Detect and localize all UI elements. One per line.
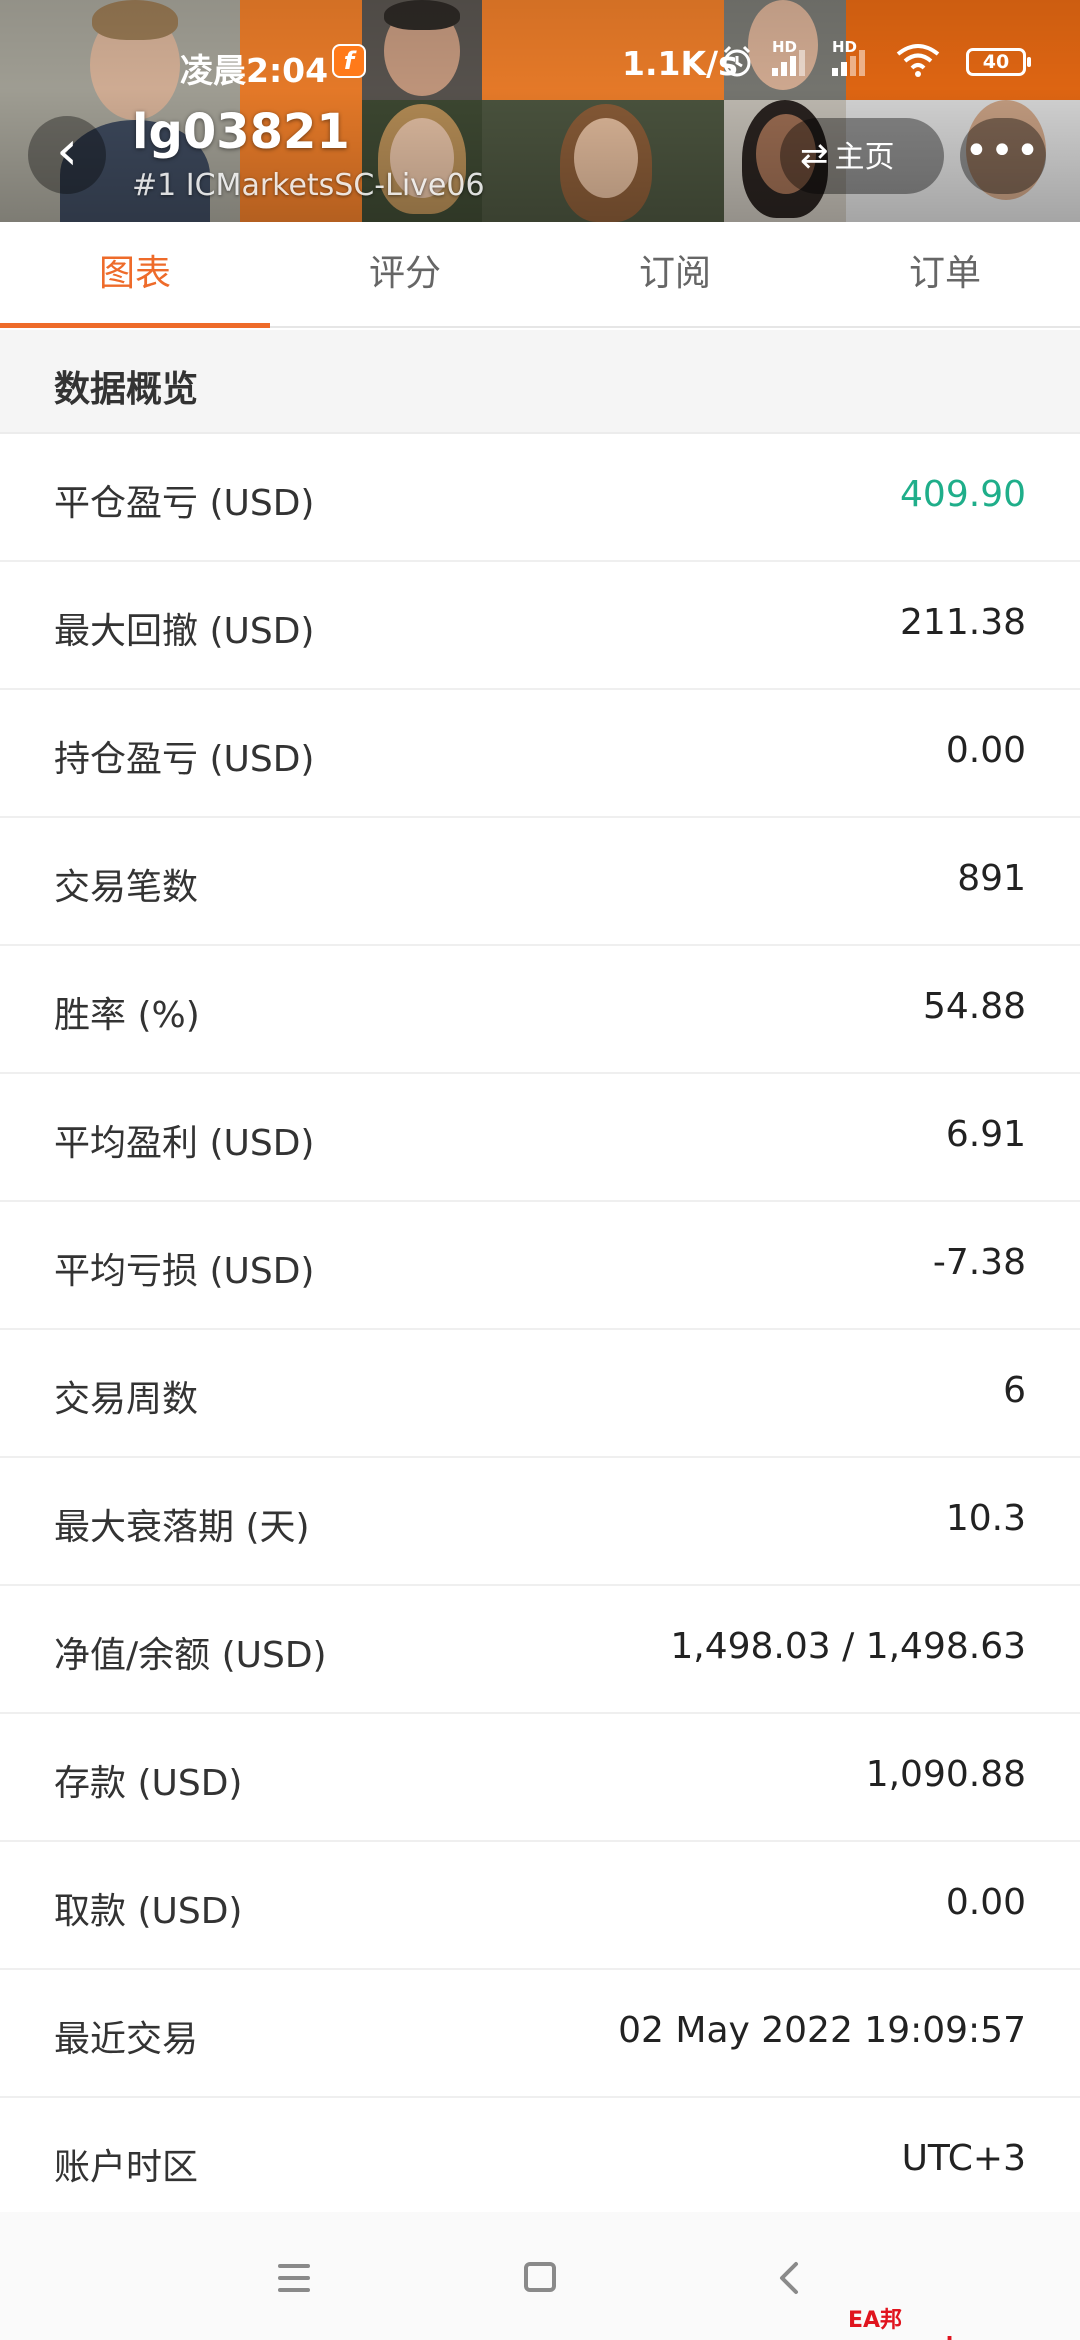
account-server: #1 ICMarketsSC-Live06 <box>132 168 485 203</box>
status-bar: 凌晨2:04 f 1.1K/s HD HD 40 <box>0 30 1080 94</box>
stat-value: UTC+3 <box>901 2138 1026 2179</box>
clock: 凌晨2:04 <box>180 51 329 90</box>
stat-label: 平均亏损 (USD) <box>54 1251 315 1292</box>
stat-row: 持仓盈亏 (USD) 0.00 <box>0 690 1080 818</box>
home-button[interactable]: ⇄ 主页 <box>780 118 944 194</box>
stat-value: 02 May 2022 19:09:57 <box>618 2010 1026 2051</box>
stat-label: 最大回撤 (USD) <box>54 611 315 652</box>
stat-label: 净值/余额 (USD) <box>54 1635 327 1676</box>
stat-label: 胜率 (%) <box>54 995 200 1036</box>
stat-value: 1,090.88 <box>865 1754 1026 1795</box>
stat-row: 交易笔数 891 <box>0 818 1080 946</box>
stat-value: 54.88 <box>922 986 1026 1027</box>
tab-subscribe[interactable]: 订阅 <box>540 222 810 326</box>
stat-label: 平仓盈亏 (USD) <box>54 483 315 524</box>
stat-value: 211.38 <box>900 602 1026 643</box>
account-name: lg03821 <box>132 104 350 160</box>
home-nav-button[interactable] <box>510 2248 570 2308</box>
stat-row: 平均盈利 (USD) 6.91 <box>0 1074 1080 1202</box>
stats-list: 平仓盈亏 (USD) 409.90 最大回撤 (USD) 211.38 持仓盈亏 (… <box>0 434 1080 2226</box>
stat-value: 409.90 <box>900 474 1026 515</box>
stat-row: 平仓盈亏 (USD) 409.90 <box>0 434 1080 562</box>
stat-value: 1,498.03 / 1,498.63 <box>670 1626 1026 1667</box>
section-title: 数据概览 <box>54 369 199 410</box>
recent-apps-button[interactable] <box>264 2248 324 2308</box>
home-button-label: 主页 <box>834 140 895 175</box>
stat-value: 0.00 <box>945 1882 1026 1923</box>
section-header: 数据概览 <box>0 330 1080 434</box>
stat-value: 6 <box>1003 1370 1026 1411</box>
wifi-icon <box>894 42 942 86</box>
stat-label: 最大衰落期 (天) <box>54 1507 310 1548</box>
stat-value: 10.3 <box>945 1498 1026 1539</box>
stat-label: 持仓盈亏 (USD) <box>54 739 315 780</box>
more-button[interactable]: ••• <box>960 118 1046 194</box>
stat-label: 最近交易 <box>54 2019 199 2060</box>
alarm-icon <box>720 44 754 86</box>
stat-row: 取款 (USD) 0.00 <box>0 1842 1080 1970</box>
stat-row: 最大回撤 (USD) 211.38 <box>0 562 1080 690</box>
back-nav-button[interactable] <box>760 2248 820 2308</box>
switch-icon: ⇄ <box>800 136 829 176</box>
stat-row: 最近交易 02 May 2022 19:09:57 <box>0 1970 1080 2098</box>
stat-row: 胜率 (%) 54.88 <box>0 946 1080 1074</box>
stat-value: -7.38 <box>932 1242 1026 1283</box>
stat-label: 存款 (USD) <box>54 1763 243 1804</box>
app-notification-icon: f <box>332 44 366 78</box>
stat-label: 平均盈利 (USD) <box>54 1123 315 1164</box>
back-button[interactable]: ‹ <box>28 116 106 194</box>
tab-orders[interactable]: 订单 <box>810 222 1080 326</box>
stat-row: 净值/余额 (USD) 1,498.03 / 1,498.63 <box>0 1586 1080 1714</box>
stat-row: 交易周数 6 <box>0 1330 1080 1458</box>
stat-label: 交易周数 <box>54 1379 199 1420</box>
stat-label: 交易笔数 <box>54 867 199 908</box>
watermark: EA邦www.eabang.com <box>848 2308 1067 2340</box>
chevron-left-icon <box>780 2262 798 2294</box>
signal-icon <box>772 46 812 76</box>
stat-label: 取款 (USD) <box>54 1891 243 1932</box>
stat-value: 0.00 <box>945 730 1026 771</box>
battery-icon: 40 <box>966 48 1031 76</box>
tab-bar: 图表 评分 订阅 订单 <box>0 222 1080 328</box>
account-header: 凌晨2:04 f 1.1K/s HD HD 40 ‹ lg03821 #1 IC… <box>0 0 1080 222</box>
stat-value: 891 <box>957 858 1026 899</box>
signal-icon <box>832 46 872 76</box>
stat-row: 平均亏损 (USD) -7.38 <box>0 1202 1080 1330</box>
stat-value: 6.91 <box>945 1114 1026 1155</box>
stat-row: 最大衰落期 (天) 10.3 <box>0 1458 1080 1586</box>
stat-label: 账户时区 <box>54 2147 199 2188</box>
tab-chart[interactable]: 图表 <box>0 222 270 328</box>
tab-rating[interactable]: 评分 <box>270 222 540 326</box>
stat-row: 存款 (USD) 1,090.88 <box>0 1714 1080 1842</box>
stat-row: 账户时区 UTC+3 <box>0 2098 1080 2226</box>
